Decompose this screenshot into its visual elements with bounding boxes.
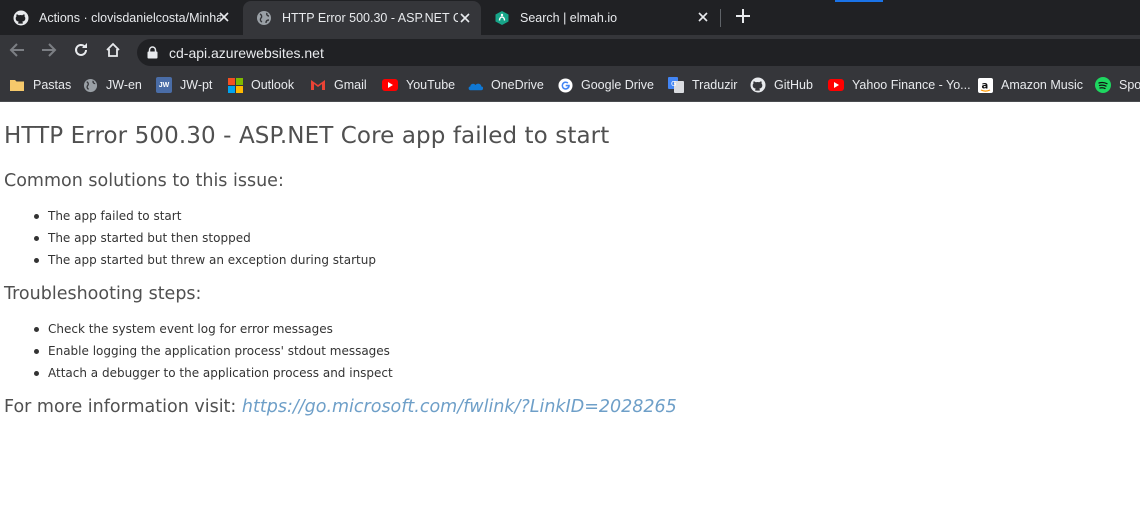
list-item: Enable logging the application process' …	[34, 340, 393, 362]
list-item: Attach a debugger to the application pro…	[34, 362, 393, 384]
reload-button[interactable]	[69, 40, 93, 64]
bookmark-label: Outlook	[251, 78, 295, 92]
back-button[interactable]	[5, 40, 29, 64]
svg-text:G: G	[671, 80, 676, 88]
tab-elmah[interactable]: Search | elmah.io	[481, 0, 719, 35]
tab-http-error[interactable]: HTTP Error 500.30 - ASP.NET Cor	[243, 1, 481, 35]
troubleshooting-list: Check the system event log for error mes…	[34, 318, 393, 384]
google-icon	[557, 77, 573, 93]
arrow-left-icon	[9, 42, 25, 63]
home-button[interactable]	[101, 40, 125, 64]
browser-toolbar: cd-api.azurewebsites.net	[0, 35, 1140, 68]
list-item: The app failed to start	[34, 205, 376, 227]
close-icon[interactable]	[216, 9, 232, 25]
bookmark-label: Traduzir	[692, 78, 738, 92]
bookmark-onedrive[interactable]: OneDrive	[467, 75, 544, 95]
svg-text:a: a	[981, 80, 988, 91]
arrow-right-icon	[41, 42, 57, 63]
bookmark-google-drive[interactable]: Google Drive	[557, 75, 654, 95]
bookmark-outlook[interactable]: Outlook	[227, 75, 294, 95]
bookmark-label: Pastas	[33, 78, 72, 92]
bookmark-pastas[interactable]: Pastas	[9, 75, 71, 95]
bookmark-label: Gmail	[334, 78, 367, 92]
bookmark-gmail[interactable]: Gmail	[310, 75, 367, 95]
bookmark-label: Google Drive	[581, 78, 654, 92]
globe-icon	[255, 9, 273, 27]
github-icon	[12, 9, 30, 27]
home-icon	[105, 42, 121, 63]
folder-icon	[9, 77, 25, 93]
tab-separator	[720, 9, 721, 27]
lock-icon[interactable]	[145, 46, 159, 60]
list-item: The app started but then stopped	[34, 227, 376, 249]
bookmark-youtube[interactable]: YouTube	[382, 75, 455, 95]
translate-icon: G	[668, 77, 684, 93]
bookmark-jw-en[interactable]: JW-en	[82, 75, 142, 95]
forward-button[interactable]	[37, 40, 61, 64]
page-title: HTTP Error 500.30 - ASP.NET Core app fai…	[4, 123, 610, 149]
globe-icon	[82, 77, 98, 93]
reload-icon	[73, 42, 89, 63]
common-solutions-list: The app failed to start The app started …	[34, 205, 376, 271]
address-bar[interactable]: cd-api.azurewebsites.net	[137, 39, 1140, 66]
bookmarks-bar: Pastas JW-en JW JW-pt Outlook Gmail YouT…	[0, 68, 1140, 102]
amazon-icon: a	[977, 77, 993, 93]
bookmark-spotify[interactable]: Spo	[1095, 75, 1140, 95]
close-icon[interactable]	[695, 9, 711, 25]
plus-icon	[736, 8, 750, 28]
bookmark-amazon-music[interactable]: a Amazon Music	[977, 75, 1083, 95]
bookmark-label: YouTube	[406, 78, 456, 92]
bookmark-traduzir[interactable]: G Traduzir	[668, 75, 737, 95]
spotify-icon	[1095, 77, 1111, 93]
tab-strip: Actions · clovisdanielcosta/Minha HTTP E…	[0, 0, 1140, 35]
bookmark-yahoo-finance[interactable]: Yahoo Finance - Yo...	[828, 75, 971, 95]
bookmark-label: OneDrive	[491, 78, 544, 92]
tab-strip-accent	[835, 0, 883, 2]
tab-title: Actions · clovisdanielcosta/Minha	[39, 10, 221, 25]
microsoft-icon	[227, 77, 243, 93]
bookmark-label: Yahoo Finance - Yo...	[852, 78, 971, 92]
jw-icon: JW	[156, 77, 172, 93]
bookmark-label: Amazon Music	[1001, 78, 1083, 92]
bookmark-label: JW-pt	[180, 78, 213, 92]
tab-title: Search | elmah.io	[520, 10, 618, 25]
elmah-icon	[493, 9, 511, 27]
new-tab-button[interactable]	[731, 6, 755, 30]
troubleshooting-heading: Troubleshooting steps:	[4, 284, 202, 304]
bookmark-label: Spo	[1119, 78, 1140, 92]
bookmark-jw-pt[interactable]: JW JW-pt	[156, 75, 212, 95]
bookmark-label: JW-en	[106, 78, 142, 92]
youtube-icon	[828, 77, 844, 93]
page-content: HTTP Error 500.30 - ASP.NET Core app fai…	[0, 103, 1140, 527]
github-icon	[750, 77, 766, 93]
list-item: The app started but threw an exception d…	[34, 249, 376, 271]
more-info: For more information visit: https://go.m…	[4, 397, 677, 417]
bookmark-label: GitHub	[774, 78, 813, 92]
more-info-link[interactable]: https://go.microsoft.com/fwlink/?LinkID=…	[242, 397, 677, 417]
tab-actions[interactable]: Actions · clovisdanielcosta/Minha	[0, 0, 240, 35]
list-item: Check the system event log for error mes…	[34, 318, 393, 340]
gmail-icon	[310, 77, 326, 93]
close-icon[interactable]	[457, 10, 473, 26]
common-solutions-heading: Common solutions to this issue:	[4, 171, 284, 191]
more-info-text: For more information visit:	[4, 397, 237, 417]
youtube-icon	[382, 77, 398, 93]
url-text: cd-api.azurewebsites.net	[169, 44, 324, 61]
onedrive-icon	[467, 77, 483, 93]
bookmark-github[interactable]: GitHub	[750, 75, 813, 95]
tab-title: HTTP Error 500.30 - ASP.NET Cor	[282, 11, 458, 25]
